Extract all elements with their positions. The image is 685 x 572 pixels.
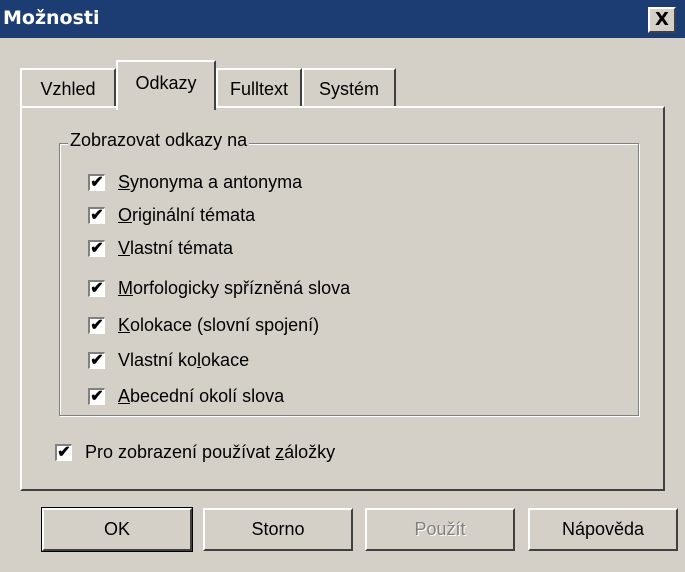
checkmark-icon: ✔ <box>90 239 104 257</box>
checkbox-vlastni-temata[interactable]: ✔ Vlastní témata <box>88 236 233 260</box>
close-button[interactable]: X <box>648 7 676 33</box>
checkbox-box[interactable]: ✔ <box>88 239 105 257</box>
checkbox-box[interactable]: ✔ <box>88 279 105 297</box>
button-label: Použít <box>414 519 466 539</box>
tab-label: Systém <box>318 78 379 99</box>
tab-system[interactable]: Systém <box>302 68 396 108</box>
checkbox-box[interactable]: ✔ <box>88 316 105 334</box>
help-button[interactable]: Nápověda <box>528 508 678 551</box>
tab-label: Odkazy <box>135 72 197 93</box>
checkbox-label: Abecední okolí slova <box>118 385 285 406</box>
checkbox-box[interactable]: ✔ <box>88 387 105 405</box>
checkbox-vlastni-kolokace[interactable]: ✔ Vlastní kolokace <box>88 348 249 372</box>
title-bar[interactable]: Možnosti X <box>0 0 685 38</box>
tab-label: Vzhled <box>40 78 96 99</box>
checkbox-abecedni-okoli[interactable]: ✔ Abecední okolí slova <box>88 384 284 408</box>
checkbox-box[interactable]: ✔ <box>55 443 72 461</box>
button-label: Storno <box>251 519 305 539</box>
checkbox-label: Vlastní kolokace <box>118 349 250 370</box>
checkmark-icon: ✔ <box>90 206 104 224</box>
checkmark-icon: ✔ <box>90 279 104 297</box>
checkbox-label: Morfologicky spřízněná slova <box>118 277 351 298</box>
checkmark-icon: ✔ <box>57 443 71 461</box>
tab-vzhled[interactable]: Vzhled <box>20 68 116 108</box>
checkmark-icon: ✔ <box>90 316 104 334</box>
checkbox-label: Synonyma a antonyma <box>118 171 303 192</box>
checkmark-icon: ✔ <box>90 387 104 405</box>
checkbox-originalni-temata[interactable]: ✔ Originální témata <box>88 203 255 227</box>
tab-label: Fulltext <box>229 78 289 99</box>
checkbox-label: Pro zobrazení používat záložky <box>85 441 336 462</box>
window-title: Možnosti <box>3 7 100 29</box>
checkmark-icon: ✔ <box>90 173 104 191</box>
checkbox-label: Kolokace (slovní spojení) <box>118 314 320 335</box>
cancel-button[interactable]: Storno <box>203 508 353 551</box>
tab-fulltext[interactable]: Fulltext <box>216 68 302 108</box>
tab-odkazy[interactable]: Odkazy <box>116 60 216 110</box>
checkbox-morfologicky[interactable]: ✔ Morfologicky spřízněná slova <box>88 276 350 300</box>
options-dialog: Možnosti X Vzhled Odkazy Fulltext Systém… <box>0 0 685 572</box>
apply-button: Použít <box>365 508 515 551</box>
checkmark-icon: ✔ <box>90 351 104 369</box>
checkbox-box[interactable]: ✔ <box>88 351 105 369</box>
groupbox-label: Zobrazovat odkazy na <box>68 130 250 151</box>
checkbox-label: Vlastní témata <box>118 237 234 258</box>
checkbox-label: Originální témata <box>118 204 256 225</box>
close-icon: X <box>655 9 669 30</box>
checkbox-synonyma[interactable]: ✔ Synonyma a antonyma <box>88 170 302 194</box>
checkbox-box[interactable]: ✔ <box>88 206 105 224</box>
checkbox-kolokace[interactable]: ✔ Kolokace (slovní spojení) <box>88 313 319 337</box>
button-label: OK <box>103 519 130 539</box>
checkbox-box[interactable]: ✔ <box>88 173 105 191</box>
button-label: Nápověda <box>561 519 645 539</box>
ok-button[interactable]: OK <box>41 507 193 552</box>
checkbox-pouzivat-zalozky[interactable]: ✔ Pro zobrazení používat záložky <box>55 440 335 464</box>
